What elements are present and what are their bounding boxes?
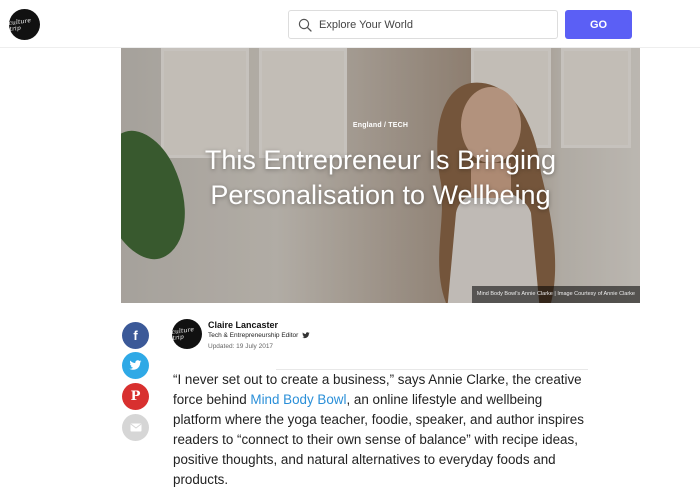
- author-avatar[interactable]: culture trip: [171, 319, 202, 349]
- site-logo[interactable]: culture trip: [8, 9, 40, 40]
- hero-category[interactable]: England / TECH: [121, 122, 640, 129]
- site-header: culture trip GO: [0, 0, 700, 48]
- author-role: Tech & Entrepreneurship Editor: [208, 332, 310, 339]
- twitter-icon[interactable]: [302, 332, 310, 339]
- search-box[interactable]: [288, 10, 558, 39]
- image-caption: Mind Body Bowl's Annie Clarke | Image Co…: [471, 286, 640, 303]
- pinterest-icon: P: [130, 389, 141, 404]
- share-facebook-button[interactable]: f: [122, 322, 149, 349]
- author-name[interactable]: Claire Lancaster: [208, 320, 278, 330]
- go-button[interactable]: GO: [565, 10, 632, 39]
- avatar-logo-text: culture trip: [171, 326, 195, 343]
- share-twitter-button[interactable]: [122, 352, 149, 379]
- logo-text: culture trip: [8, 16, 32, 33]
- facebook-icon: f: [133, 328, 138, 343]
- article-title: This Entrepreneur Is Bringing Personalis…: [141, 143, 620, 213]
- search-icon: [298, 18, 312, 32]
- author-role-text: Tech & Entrepreneurship Editor: [208, 332, 299, 339]
- mind-body-bowl-link[interactable]: Mind Body Bowl: [250, 392, 346, 407]
- share-pinterest-button[interactable]: P: [122, 383, 149, 410]
- email-icon: [129, 423, 142, 432]
- article-paragraph: “I never set out to create a business,” …: [173, 370, 593, 490]
- share-email-button[interactable]: [122, 414, 149, 441]
- title-line-2: Personalisation to Wellbeing: [210, 180, 551, 210]
- hero-image: England / TECH This Entrepreneur Is Brin…: [121, 48, 640, 303]
- search-input[interactable]: [319, 11, 551, 38]
- twitter-icon: [129, 360, 142, 370]
- updated-date: Updated: 19 July 2017: [208, 343, 274, 350]
- title-line-1: This Entrepreneur Is Bringing: [204, 145, 557, 175]
